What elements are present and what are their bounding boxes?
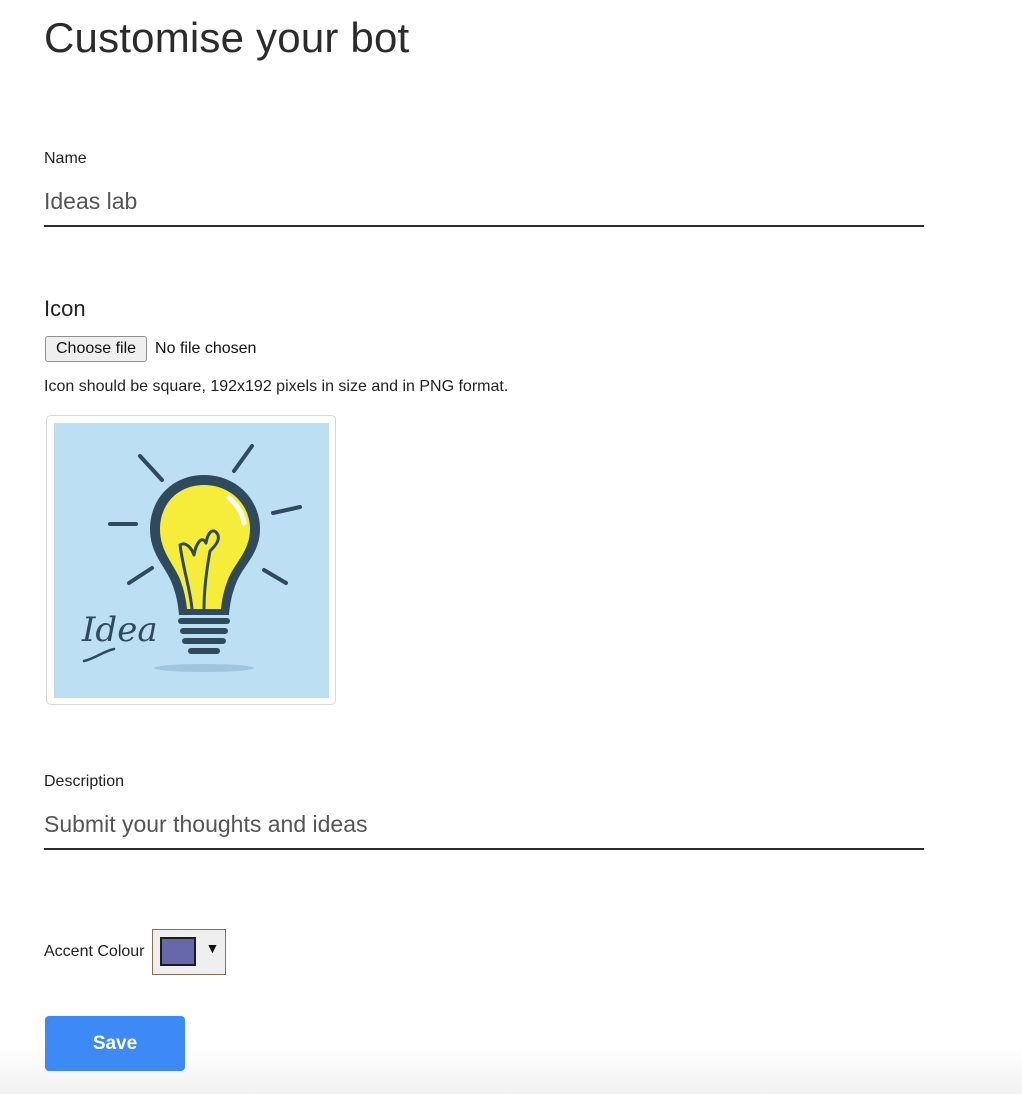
choose-file-button[interactable]: Choose file (45, 336, 148, 362)
lightbulb-idea-icon: Idea (54, 423, 329, 698)
accent-colour-swatch (159, 937, 196, 966)
name-input[interactable] (44, 186, 924, 227)
file-status-text: No file chosen (155, 340, 257, 357)
accent-colour-picker[interactable]: ▼ (151, 929, 226, 975)
name-label: Name (44, 150, 87, 167)
icon-label: Icon (44, 296, 86, 321)
accent-colour-label: Accent Colour (44, 943, 145, 960)
save-button[interactable]: Save (45, 1016, 185, 1071)
dropdown-arrow-icon: ▼ (205, 940, 220, 956)
description-label: Description (44, 773, 125, 790)
icon-preview-text: Idea (81, 610, 158, 650)
file-picker: Choose file No file chosen (45, 336, 256, 362)
accent-colour-row: Accent Colour ▼ (44, 929, 226, 975)
icon-preview: Idea (46, 415, 336, 705)
icon-hint: Icon should be square, 192x192 pixels in… (44, 378, 509, 395)
description-input[interactable] (44, 809, 924, 850)
page-title: Customise your bot (44, 14, 410, 61)
